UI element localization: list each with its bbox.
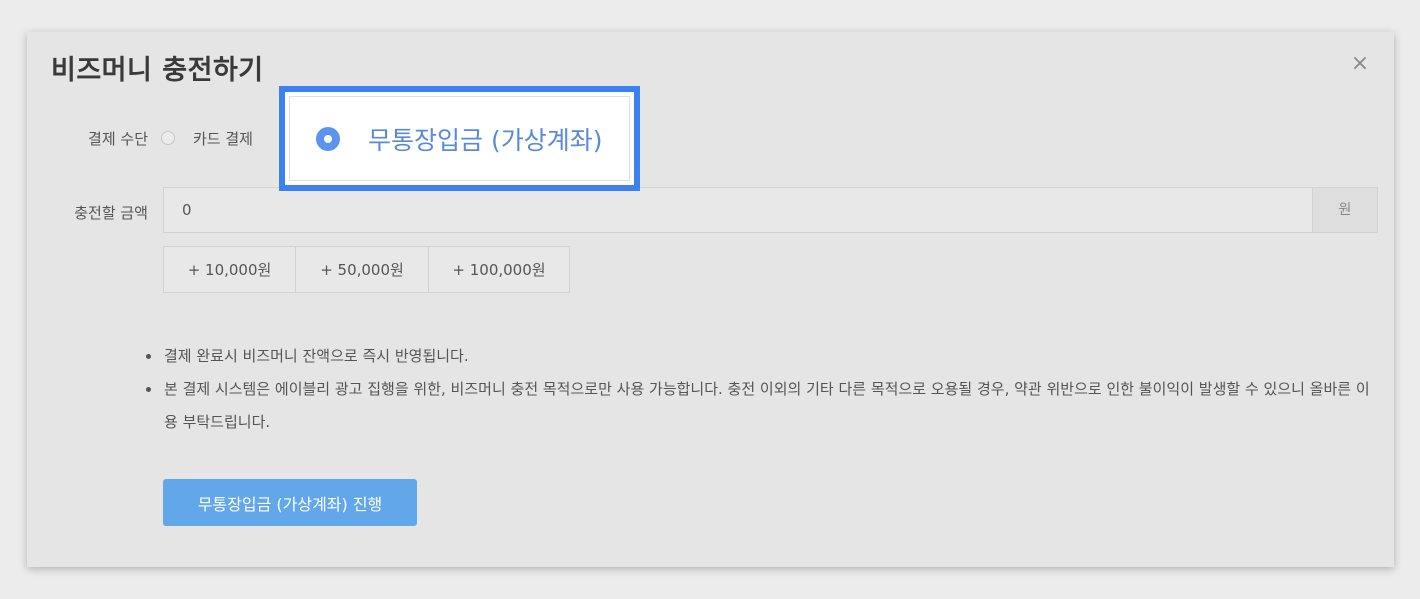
charge-amount-label: 충전할 금액 <box>74 204 148 222</box>
quick-amount-group: + 10,000원 + 50,000원 + 100,000원 <box>163 246 570 293</box>
notice-item: 본 결제 시스템은 에이블리 광고 집행을 위한, 비즈머니 충전 목적으로만 … <box>145 373 1375 439</box>
payment-option-virtual-account[interactable]: 무통장입금 (가상계좌) <box>279 86 640 191</box>
payment-option-card[interactable]: 카드 결제 <box>161 127 253 149</box>
charge-modal: 비즈머니 충전하기 × 결제 수단 카드 결제 충전할 금액 0 원 + 10,… <box>27 32 1394 567</box>
add-100000-button[interactable]: + 100,000원 <box>428 246 570 293</box>
radio-selected-icon[interactable] <box>316 126 340 151</box>
payment-option-virtual-account-label: 무통장입금 (가상계좌) <box>368 125 603 155</box>
amount-unit-addon: 원 <box>1312 187 1378 233</box>
add-10000-button[interactable]: + 10,000원 <box>163 246 296 293</box>
amount-input[interactable]: 0 <box>163 187 1313 233</box>
payment-method-label: 결제 수단 <box>88 130 148 148</box>
radio-icon[interactable] <box>161 131 175 145</box>
payment-option-card-label: 카드 결제 <box>193 129 253 148</box>
payment-option-virtual-account-inner: 무통장입금 (가상계좌) <box>289 96 630 181</box>
add-50000-button[interactable]: + 50,000원 <box>295 246 429 293</box>
proceed-button[interactable]: 무통장입금 (가상계좌) 진행 <box>163 479 417 526</box>
modal-title: 비즈머니 충전하기 <box>51 55 264 86</box>
notice-list: 결제 완료시 비즈머니 잔액으로 즉시 반영됩니다. 본 결제 시스템은 에이블… <box>145 340 1375 439</box>
close-icon[interactable]: × <box>1348 52 1372 76</box>
notice-item: 결제 완료시 비즈머니 잔액으로 즉시 반영됩니다. <box>145 340 1375 373</box>
